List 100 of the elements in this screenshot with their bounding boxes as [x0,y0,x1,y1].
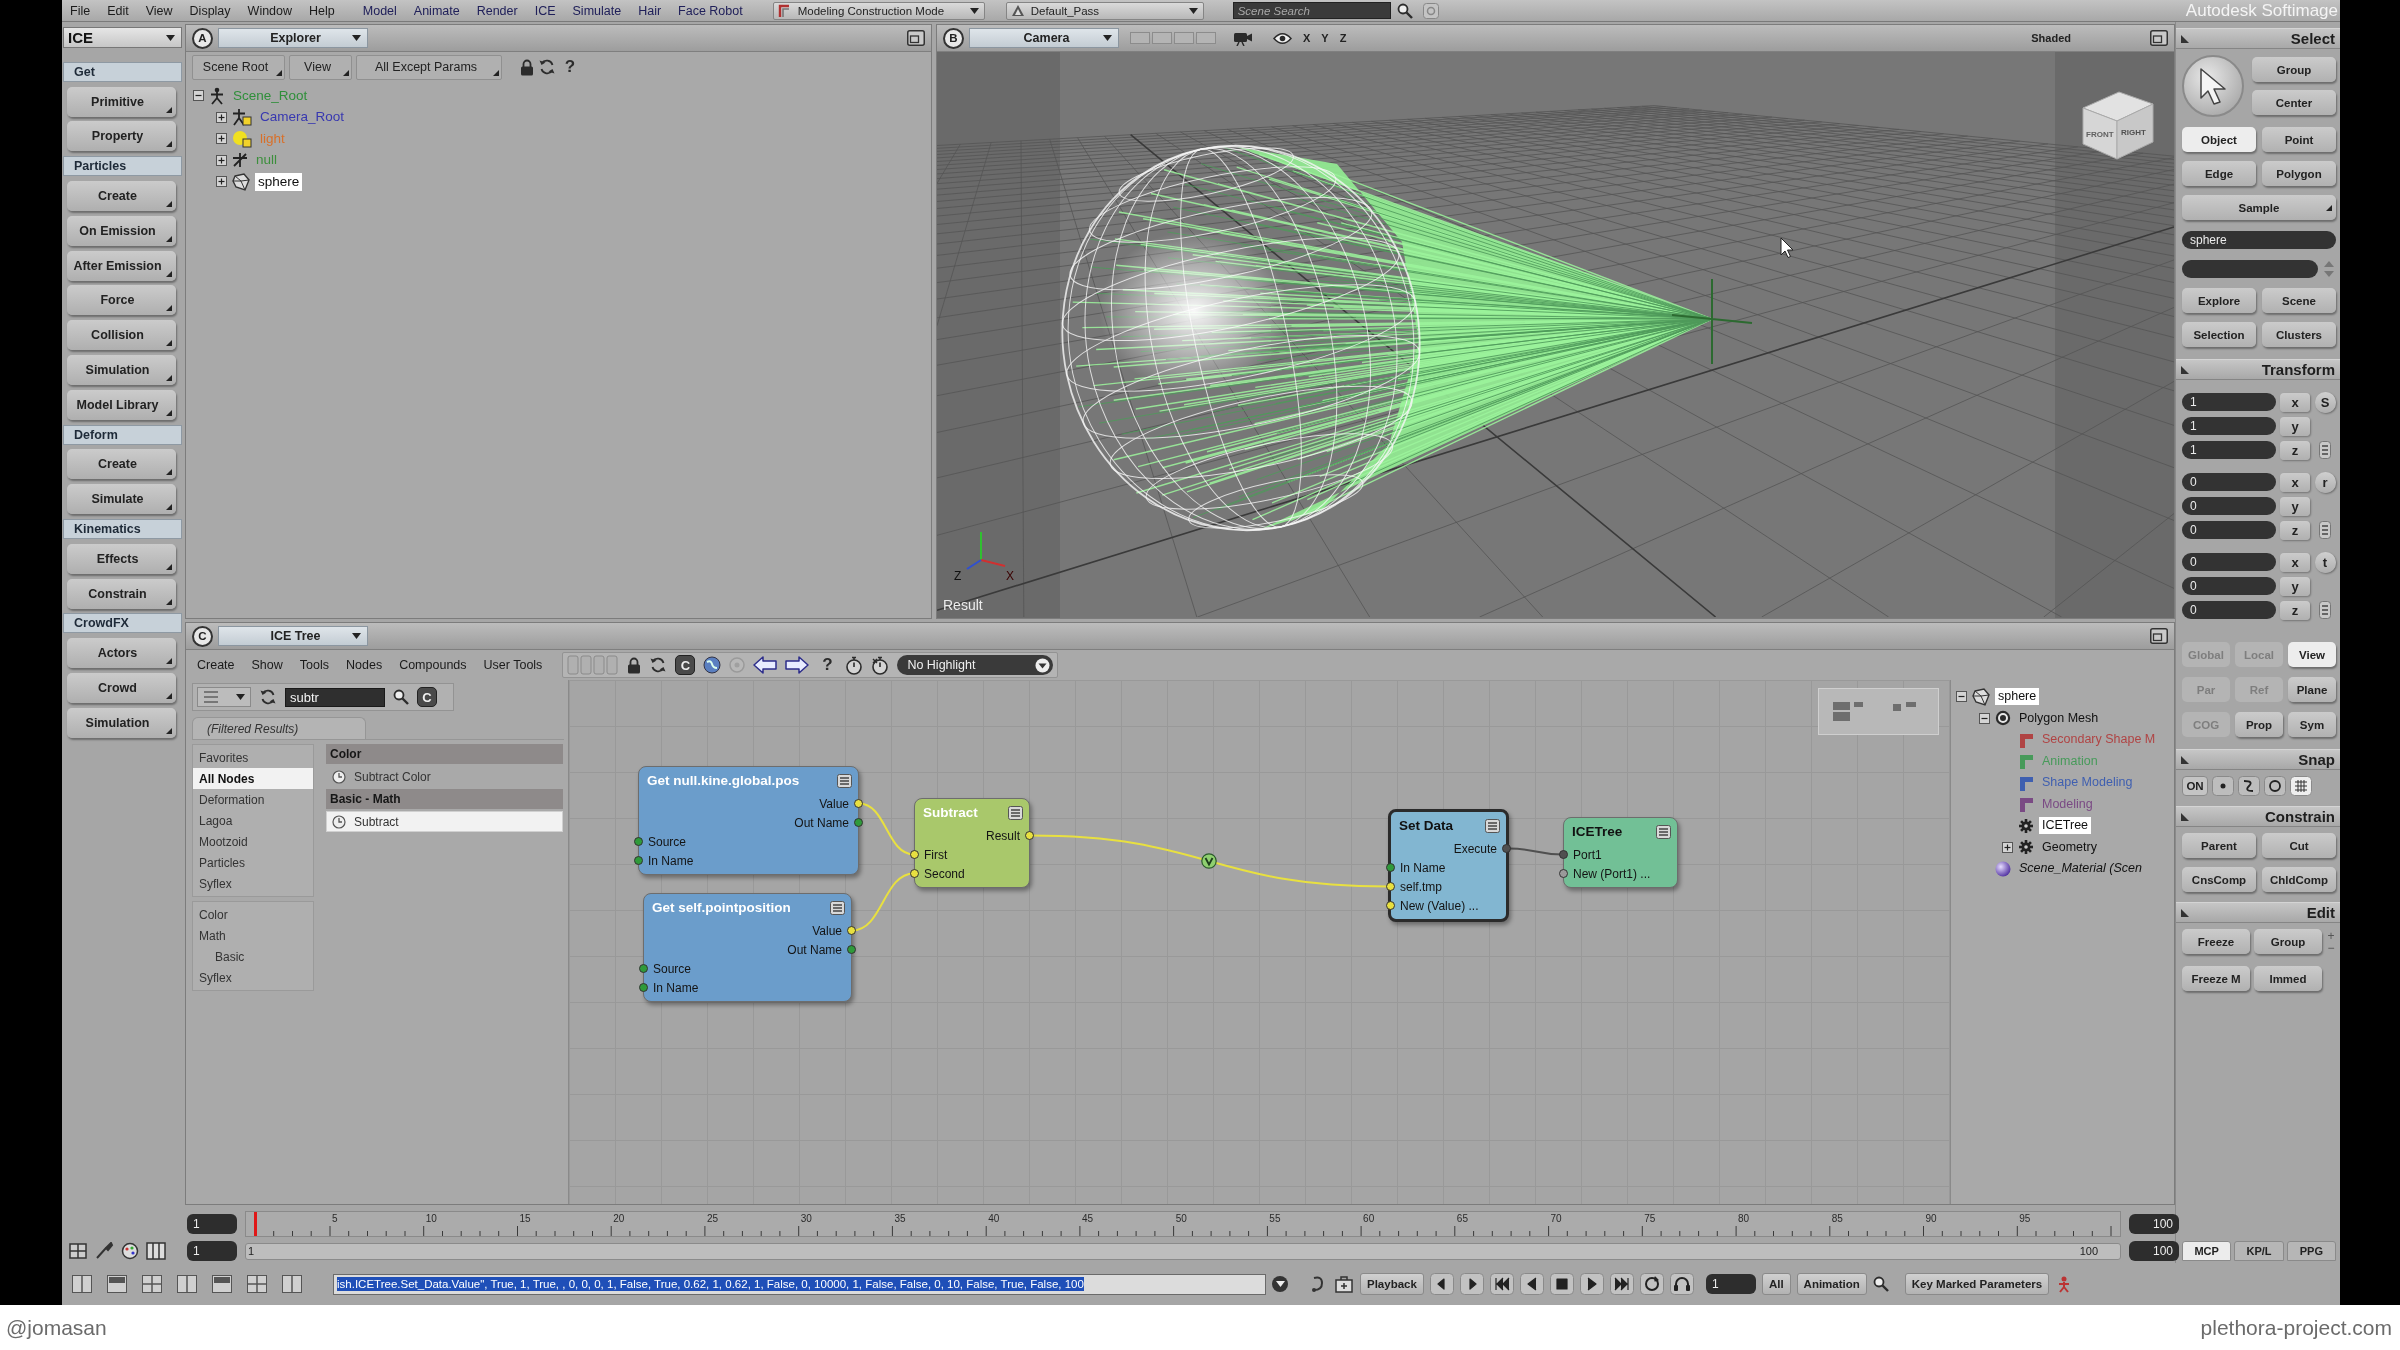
axis-button[interactable]: z [2280,600,2310,620]
axis-button[interactable]: x [2280,472,2310,492]
value-field[interactable]: 0 [2182,497,2276,515]
timeline-ruler[interactable]: 5 10 15 20 25 30 35 40 45 50 55 60 65 70 75 80 85 90 95 [245,1210,2121,1237]
command-field[interactable]: ish.ICETree.Set_Data.Value", True, 1, True, , 0, 0, 0, 1, False, True, 0.62, 1, 0.62, 1, False, 0, 10000, 1, False, False, 0, 10, False, True, False, 100 [333,1273,1266,1295]
ice-node[interactable]: Set Data Execute In Name self.tmp New (Value) ... [1388,809,1509,922]
stopwatch-icon[interactable] [845,655,864,675]
tree-toggle-icon[interactable] [216,111,227,123]
axis-button[interactable]: z [2280,440,2310,460]
tree-item[interactable]: Camera_Root [257,108,348,127]
menu-item[interactable]: User Tools [483,658,543,672]
clear-button[interactable]: C [417,687,437,707]
select-button[interactable]: Clusters [2262,322,2336,347]
tree-item[interactable]: ICETree [2039,817,2092,835]
port-dot[interactable] [847,945,856,954]
history-dropdown-button[interactable] [1272,1276,1288,1292]
range-button[interactable]: All [1761,1273,1791,1295]
section-header[interactable]: Select [2176,28,2340,49]
menu-item[interactable]: File [70,3,91,18]
tool-button[interactable]: Collision [67,320,176,351]
view-letter-button[interactable]: A [192,27,213,49]
category-header[interactable]: CrowdFX [63,613,182,634]
search-field[interactable]: subtr [285,687,385,707]
search-field[interactable]: Scene Search [1232,2,1391,19]
skip-end-icon[interactable] [1609,1273,1634,1295]
selection-filter-button[interactable]: Point [2262,127,2336,152]
menu-lines-icon[interactable] [830,900,845,915]
port-dot[interactable] [639,964,648,973]
tree-toggle-icon[interactable] [1956,691,1967,703]
tool-button[interactable]: On Emission [67,215,176,246]
value-field[interactable]: 0 [2182,521,2276,539]
eye-icon[interactable] [1273,31,1292,45]
lock-icon[interactable] [520,58,534,76]
grid-snap-icon[interactable] [2290,776,2312,796]
tool-button[interactable]: Property [67,121,176,152]
menu-item[interactable]: Simulate [572,3,622,18]
value-field[interactable]: 1 [2182,441,2276,459]
menu-lines-icon[interactable] [1485,818,1500,833]
port-dot[interactable] [854,818,863,827]
selection-name-field[interactable]: sphere [2182,231,2336,249]
tree-item[interactable]: sphere [255,172,303,191]
view-dropdown[interactable]: ICE Tree [218,626,368,646]
axis-button[interactable]: y [2280,416,2310,436]
menu-lines-icon[interactable] [1008,805,1023,820]
axis-toggle[interactable]: Y [1321,32,1329,44]
transform-tool-button[interactable]: S [2314,391,2336,413]
category-item[interactable]: Color [193,904,313,925]
menu-item[interactable]: Model [362,3,397,18]
help-button[interactable]: ? [817,654,838,676]
stopwatch-icon[interactable] [871,655,890,675]
value-field[interactable]: 0 [2182,473,2276,491]
refresh-icon[interactable] [259,688,277,706]
tool-button[interactable]: Simulation [67,354,176,385]
results-tab[interactable]: (Filtered Results) [192,717,366,739]
axis-button[interactable]: z [2280,520,2310,540]
explorer-menu-button[interactable]: View [289,54,352,80]
constrain-button[interactable]: CnsComp [2182,867,2256,892]
menu-item[interactable]: View [145,3,173,18]
tool-button[interactable]: Simulate [67,484,176,515]
category-item[interactable]: Syflex [193,873,313,894]
range-start-field[interactable]: 1 [187,1241,237,1261]
key-marked-button[interactable]: Key Marked Parameters [1904,1273,2050,1295]
port-dot[interactable] [634,856,643,865]
tool-button[interactable]: Simulation [67,707,176,738]
menu-item[interactable]: Animate [413,3,460,18]
menu-item[interactable]: Nodes [346,658,383,672]
clear-button[interactable]: C [675,655,696,675]
search-icon[interactable] [1872,1276,1889,1292]
help-button[interactable]: ? [560,56,580,78]
playback-button[interactable]: Playback [1360,1273,1424,1295]
category-header[interactable]: Get [63,61,182,82]
port-dot[interactable] [910,850,919,859]
stop-icon[interactable] [1549,1273,1574,1295]
constrain-button[interactable]: Parent [2182,833,2256,858]
category-item[interactable]: Syflex [193,967,313,988]
menu-item[interactable]: Create [197,658,235,672]
category-item[interactable]: Basic [193,946,313,967]
loop-icon[interactable] [1639,1273,1664,1295]
tree-toggle-icon[interactable] [216,176,227,188]
mode-button[interactable]: View [2288,642,2336,667]
port-dot[interactable] [634,837,643,846]
start-frame-field[interactable]: 1 [187,1213,237,1234]
stripes-icon[interactable] [2319,601,2331,619]
value-field[interactable] [2182,260,2318,278]
port-dot[interactable] [639,983,648,992]
filter-dropdown[interactable] [197,687,251,707]
camera-icon[interactable] [1233,30,1253,46]
view-dropdown[interactable]: Explorer [218,28,368,48]
range-end-field[interactable]: 100 [2129,1241,2179,1261]
tool-button[interactable]: Create [67,181,176,211]
tool-button[interactable]: After Emission [67,250,176,281]
value-field[interactable]: 0 [2182,553,2276,571]
category-item[interactable]: Favorites [193,747,313,768]
value-field[interactable]: 0 [2182,577,2276,595]
frame-back-icon[interactable] [1429,1273,1454,1295]
selection-filter-button[interactable]: Polygon [2262,161,2336,186]
edit-button[interactable]: Group [2254,929,2322,954]
panel-layout-icon[interactable] [107,1275,127,1293]
highlight-dropdown[interactable]: No Highlight [897,655,1054,675]
menu-item[interactable]: Window [247,3,293,18]
